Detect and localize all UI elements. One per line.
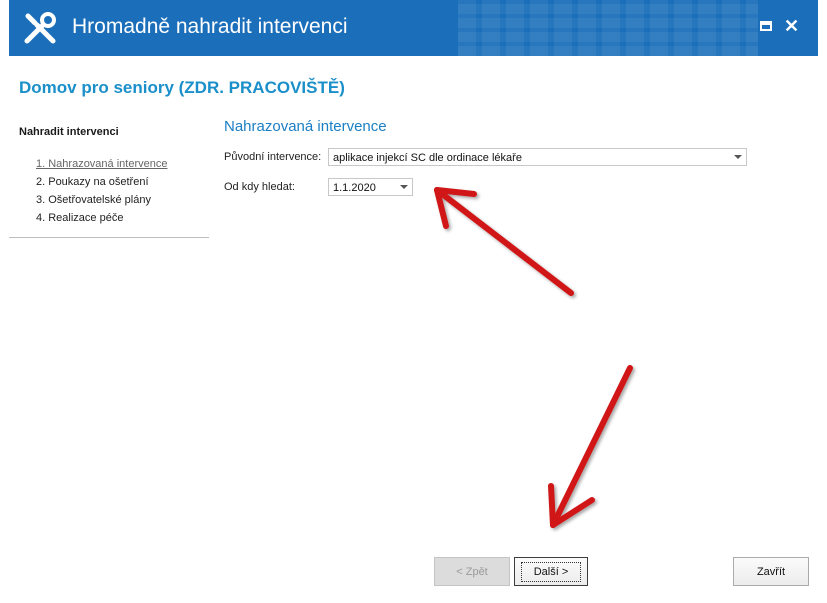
title-bar-pattern <box>458 0 758 56</box>
wizard-steps: 1. Nahrazovaná intervence 2. Poukazy na … <box>36 155 167 227</box>
red-arrow-down <box>548 365 633 528</box>
original-intervention-select[interactable]: aplikace injekcí SC dle ordinace lékaře <box>328 148 747 166</box>
red-arrow-up <box>434 187 574 296</box>
search-from-value: 1.1.2020 <box>333 182 376 194</box>
original-intervention-value: aplikace injekcí SC dle ordinace lékaře <box>333 152 522 164</box>
next-button[interactable]: Další > <box>514 557 588 586</box>
sidebar-heading: Nahradit intervenci <box>19 126 119 138</box>
search-from-date-picker[interactable]: 1.1.2020 <box>328 178 413 196</box>
sidebar-divider <box>9 237 209 238</box>
tools-icon <box>24 12 56 44</box>
chevron-down-icon <box>400 185 408 189</box>
close-button[interactable]: Zavřít <box>733 557 809 586</box>
section-title: Nahrazovaná intervence <box>224 118 387 135</box>
org-title: Domov pro seniory (ZDR. PRACOVIŠTĚ) <box>19 78 345 97</box>
original-intervention-label: Původní intervence: <box>224 151 322 163</box>
back-button[interactable]: < Zpět <box>434 557 510 586</box>
step-1-link[interactable]: 1. Nahrazovaná intervence <box>36 155 167 173</box>
close-button-label: Zavřít <box>756 565 786 578</box>
step-2-label: 2. Poukazy na ošetření <box>36 176 149 188</box>
chevron-down-icon <box>734 155 742 159</box>
back-button-label: < Zpět <box>456 565 488 578</box>
close-icon[interactable]: ✕ <box>784 17 800 35</box>
step-4-label: 4. Realizace péče <box>36 212 124 224</box>
maximize-icon[interactable] <box>758 18 774 34</box>
window-title: Hromadně nahradit intervenci <box>72 15 348 38</box>
step-3-label: 3. Ošetřovatelské plány <box>36 194 151 206</box>
search-from-label: Od kdy hledat: <box>224 181 295 193</box>
next-button-label: Další > <box>520 561 582 582</box>
title-bar: Hromadně nahradit intervenci ✕ <box>9 0 818 56</box>
